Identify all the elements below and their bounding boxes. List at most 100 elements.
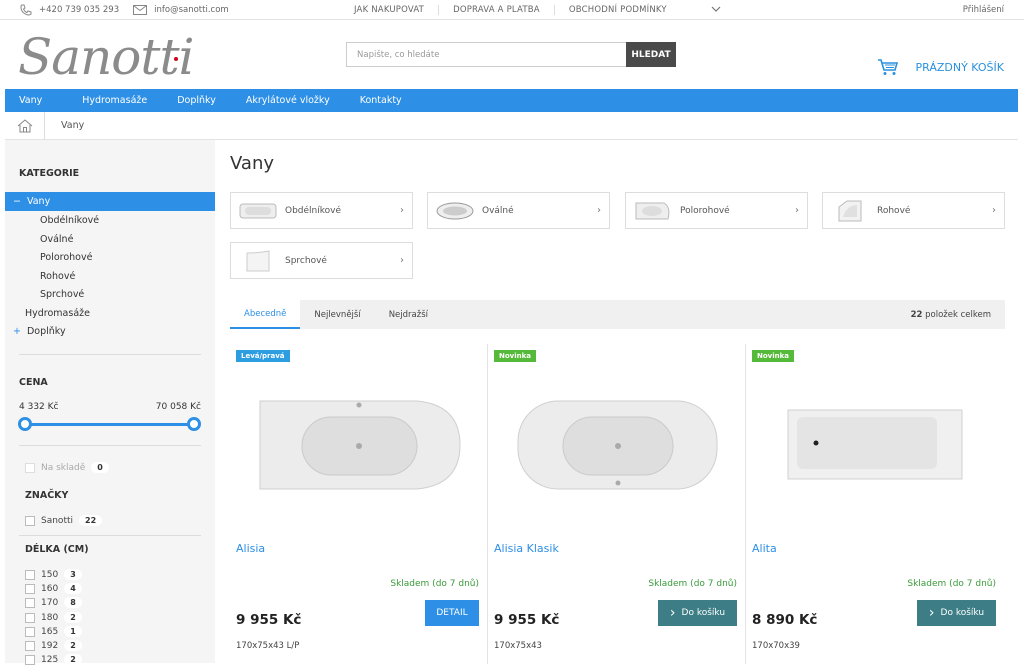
price-max: 70 058 Kč (155, 402, 201, 412)
subcategory-card-rohove[interactable]: Rohové › (822, 192, 1005, 229)
tab-alphabetical[interactable]: Abecedně (230, 300, 301, 329)
nav-item-akrylatove-vlozky[interactable]: Akrylátové vložky (230, 95, 344, 106)
email-contact[interactable]: info@sanotti.com (133, 4, 229, 15)
stock-status: Skladem (do 7 dnů) (390, 579, 479, 589)
length-filter-item[interactable]: 170 8 (25, 597, 82, 608)
product-card[interactable]: Novinka Alisia Klasik Skladem (do 7 dnů)… (488, 344, 746, 664)
cart-link[interactable]: PRÁZDNÝ KOŠÍK (877, 58, 1004, 76)
divider (19, 445, 201, 446)
product-flag: Novinka (752, 350, 794, 362)
semi-corner-tub-icon (634, 201, 672, 221)
add-to-cart-button[interactable]: › Do košíku (917, 600, 996, 626)
length-label: 165 (41, 626, 59, 637)
nav-item-doplnky[interactable]: Doplňky (161, 95, 230, 106)
nav-item-vany[interactable]: Vany (5, 95, 56, 106)
product-price: 8 890 Kč (752, 612, 818, 628)
nav-item-kontakty[interactable]: Kontakty (344, 95, 416, 106)
price-slider-track[interactable] (24, 423, 194, 426)
length-label: 160 (41, 583, 59, 594)
checkbox[interactable] (25, 462, 35, 473)
login-link[interactable]: Přihlášení (963, 5, 1004, 15)
subcategory-ovalne[interactable]: Oválné (40, 234, 73, 245)
subcategory-card-ovalne[interactable]: Oválné › (427, 192, 610, 229)
price-slider-min-handle[interactable] (18, 417, 32, 431)
checkbox[interactable] (25, 597, 35, 608)
product-price: 9 955 Kč (494, 612, 560, 628)
chevron-right-icon: › (928, 605, 935, 621)
product-image[interactable] (488, 394, 746, 494)
length-filter-item[interactable]: 125 2 (25, 654, 82, 665)
price-min: 4 332 Kč (19, 402, 59, 412)
length-filter-item[interactable]: 192 2 (25, 640, 82, 651)
nav-item-hydromasaze[interactable]: Hydromasáže (56, 95, 161, 106)
search-input[interactable]: Napište, co hledáte (346, 42, 626, 67)
home-icon[interactable] (5, 111, 45, 140)
link-doprava-a-platba[interactable]: DOPRAVA A PLATBA (438, 5, 554, 15)
product-name[interactable]: Alita (752, 542, 777, 555)
subcategory-obdelnikove[interactable]: Obdélníkové (40, 215, 99, 226)
subcategory-rohove[interactable]: Rohové (40, 271, 75, 282)
subcategory-card-sprchove[interactable]: Sprchové › (230, 242, 413, 279)
subcategory-polorohove[interactable]: Polorohové (40, 252, 92, 263)
link-jak-nakupovat[interactable]: JAK NAKUPOVAT (340, 5, 438, 15)
stock-status: Skladem (do 7 dnů) (907, 579, 996, 589)
length-filter-item[interactable]: 165 1 (25, 626, 82, 637)
checkbox[interactable] (25, 583, 35, 594)
product-name[interactable]: Alisia (236, 542, 265, 555)
checkbox[interactable] (25, 626, 35, 637)
chevron-right-icon: › (400, 205, 404, 216)
collapse-marker: − (13, 196, 21, 207)
chevron-right-icon: › (597, 205, 601, 216)
stock-status: Skladem (do 7 dnů) (648, 579, 737, 589)
product-dimensions: 170x75x43 L/P (236, 641, 300, 651)
subcategory-sprchove[interactable]: Sprchové (40, 289, 84, 300)
divider (19, 535, 201, 536)
product-image[interactable] (230, 394, 488, 494)
brands-title: ZNAČKY (25, 490, 69, 501)
product-image[interactable] (746, 394, 1004, 494)
cart-label: PRÁZDNÝ KOŠÍK (915, 60, 1004, 74)
subcategory-card-obdelnikove[interactable]: Obdélníkové › (230, 192, 413, 229)
length-title: DÉLKA (CM) (25, 544, 89, 555)
checkbox[interactable] (25, 640, 35, 651)
total-count-suffix: položek celkem (925, 309, 991, 320)
product-card[interactable]: Levá/pravá Alisia Skladem (do 7 dnů) 9 9… (230, 344, 488, 664)
brand-filter-sanotti[interactable]: Sanotti 22 (25, 515, 103, 526)
tab-cheapest[interactable]: Nejlevnější (300, 300, 374, 329)
logo[interactable]: Sanotti (18, 28, 195, 86)
product-card[interactable]: Novinka Alita Skladem (do 7 dnů) 8 890 K… (746, 344, 1004, 664)
checkbox[interactable] (25, 515, 35, 526)
product-flag: Levá/pravá (236, 350, 290, 362)
cart-icon (878, 59, 899, 75)
add-to-cart-button[interactable]: › Do košíku (658, 600, 737, 626)
length-filter-item[interactable]: 180 2 (25, 612, 82, 623)
categories-title: KATEGORIE (19, 168, 80, 179)
search-button[interactable]: HLEDAT (626, 42, 676, 67)
sort-tabs: Abecedně Nejlevnější Nejdražší 22 polože… (230, 300, 1005, 329)
length-filter-item[interactable]: 160 4 (25, 583, 82, 594)
brand-label: Sanotti (41, 515, 73, 526)
phone-contact[interactable]: +420 739 035 293 (20, 4, 119, 16)
more-chevron-icon[interactable] (681, 5, 735, 15)
category-label: Vany (26, 196, 51, 207)
link-obchodni-podminky[interactable]: OBCHODNÍ PODMÍNKY (553, 5, 681, 15)
length-count: 2 (64, 640, 82, 651)
tab-most-expensive[interactable]: Nejdražší (375, 300, 442, 329)
checkbox[interactable] (25, 654, 35, 665)
add-to-cart-label: Do košíku (940, 608, 985, 618)
product-dimensions: 170x70x39 (752, 641, 800, 651)
product-name[interactable]: Alisia Klasik (494, 542, 559, 555)
detail-button[interactable]: DETAIL (425, 600, 479, 626)
subcategory-card-polorohove[interactable]: Polorohové › (625, 192, 808, 229)
length-count: 8 (64, 597, 82, 608)
category-doplnky[interactable]: + Doplňky (13, 326, 66, 337)
length-filter-item[interactable]: 150 3 (25, 569, 82, 580)
category-hydromasaze[interactable]: Hydromasáže (25, 308, 90, 319)
price-slider-max-handle[interactable] (187, 417, 201, 431)
length-label: 180 (41, 612, 59, 623)
breadcrumb-current: Vany (61, 120, 85, 131)
checkbox[interactable] (25, 569, 35, 580)
checkbox[interactable] (25, 612, 35, 623)
in-stock-filter[interactable]: Na skladě 0 (25, 462, 109, 473)
category-vany-active[interactable]: − Vany (5, 192, 215, 211)
